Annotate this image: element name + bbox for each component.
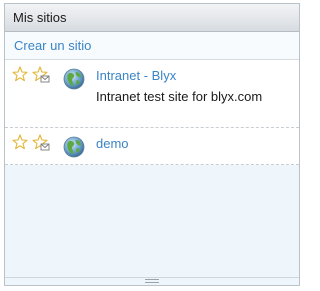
site-name-link[interactable]: Intranet - Blyx xyxy=(96,68,293,84)
site-info: Intranet - Blyx Intranet test site for b… xyxy=(96,68,293,105)
my-sites-dashlet: Mis sitios Crear un sitio Intranet - Bly… xyxy=(4,3,300,286)
site-info: demo xyxy=(96,136,293,157)
resize-handle[interactable] xyxy=(5,277,299,285)
star-envelope-icon[interactable] xyxy=(32,134,50,152)
dashlet-title-text: Mis sitios xyxy=(13,10,67,25)
site-row-demo: demo xyxy=(5,128,299,165)
site-name-link[interactable]: demo xyxy=(96,136,293,152)
site-list: Intranet - Blyx Intranet test site for b… xyxy=(5,60,299,165)
globe-icon xyxy=(63,136,85,158)
create-site-link[interactable]: Crear un sitio xyxy=(14,38,91,53)
site-description: Intranet test site for blyx.com xyxy=(96,89,263,104)
resize-grip-icon xyxy=(145,279,159,283)
star-icon[interactable] xyxy=(12,134,28,150)
star-icon[interactable] xyxy=(12,66,28,82)
dashlet-toolbar: Crear un sitio xyxy=(5,32,299,60)
dashlet-title: Mis sitios xyxy=(5,4,299,32)
star-envelope-icon[interactable] xyxy=(32,66,50,84)
site-actions xyxy=(12,134,52,152)
site-actions xyxy=(12,66,52,84)
site-row-intranet-blyx: Intranet - Blyx Intranet test site for b… xyxy=(5,60,299,128)
globe-icon xyxy=(63,68,85,90)
